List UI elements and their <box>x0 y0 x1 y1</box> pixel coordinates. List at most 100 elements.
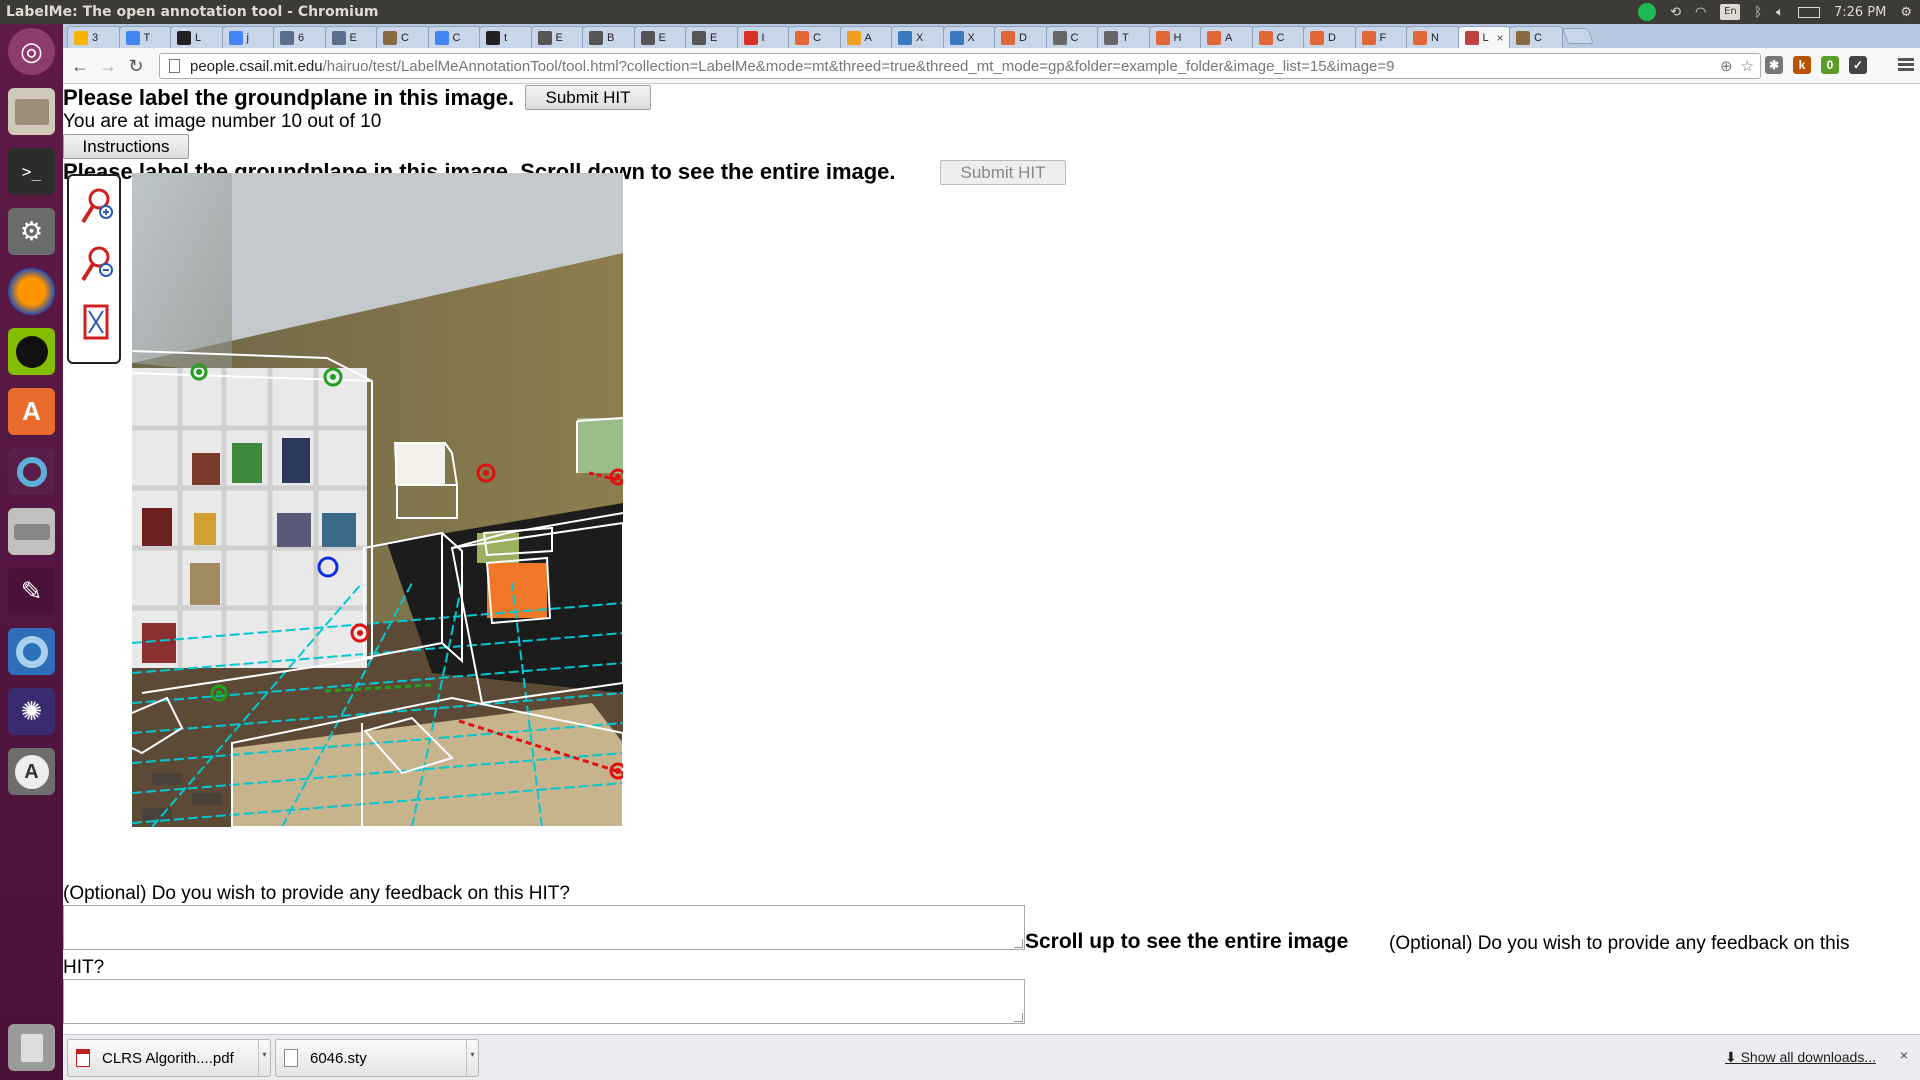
tab-matlab[interactable]: F <box>1354 26 1408 48</box>
text-editor-icon[interactable]: ✎ <box>8 568 55 615</box>
download-filename: CLRS Algorith....pdf <box>102 1049 234 1067</box>
matlab-favicon-icon <box>1207 30 1221 45</box>
bluetooth-icon[interactable]: ᛒ <box>1754 5 1762 20</box>
fit-image-icon[interactable] <box>79 302 113 342</box>
feedback-textarea-secondary[interactable] <box>63 979 1025 1024</box>
tab-w3[interactable]: X <box>942 26 996 48</box>
labelme-favicon-icon <box>1464 30 1479 45</box>
indicator-area: ⟲ ◠ En ᛒ 🔈︎ 7:26 PM ⚙ <box>1638 0 1912 24</box>
instructions-button[interactable]: Instructions <box>63 134 189 159</box>
tab-docs[interactable]: T <box>118 26 172 48</box>
url-host: people.csail.mit.edu <box>190 57 323 75</box>
tab-close-icon[interactable]: × <box>1497 31 1504 45</box>
tab-wikipedia[interactable]: C <box>1045 26 1099 48</box>
extension-k-icon[interactable]: k <box>1793 56 1811 74</box>
shotwell-icon[interactable]: ✺ <box>8 688 55 735</box>
submit-hit-button[interactable]: Submit HIT <box>525 85 651 110</box>
tab-matlab[interactable]: D <box>1303 26 1357 48</box>
tab-labelme[interactable]: L × <box>1457 26 1511 48</box>
zoom-out-icon[interactable] <box>79 244 113 284</box>
close-download-shelf-button[interactable]: × <box>1900 1047 1908 1063</box>
tab-orange[interactable]: A <box>839 26 893 48</box>
extension-puzzle-icon[interactable]: ✱ <box>1765 56 1783 74</box>
page-heading: Please label the groundplane in this ima… <box>63 85 515 110</box>
unity-tweak-icon[interactable] <box>8 448 55 495</box>
clock[interactable]: 7:26 PM <box>1834 5 1886 20</box>
tab-label: I <box>761 31 765 44</box>
tab-wiki[interactable]: E <box>530 26 584 48</box>
disks-icon[interactable] <box>8 508 55 555</box>
sound-muted-icon[interactable]: 🔈︎ <box>1776 5 1784 20</box>
firefox-icon[interactable] <box>8 268 55 315</box>
feedback-textarea[interactable] <box>63 905 1025 950</box>
tab-gmail[interactable]: I <box>736 26 790 48</box>
keyboard-layout-indicator[interactable]: En <box>1720 4 1741 20</box>
sync-indicator-icon[interactable]: ⟲ <box>1670 5 1681 20</box>
tab-matlab[interactable]: C <box>788 26 842 48</box>
tab-misc[interactable]: C <box>376 26 430 48</box>
software-center-icon[interactable]: A <box>8 388 55 435</box>
back-button[interactable]: ← <box>69 56 91 76</box>
tab-matlab[interactable]: D <box>994 26 1048 48</box>
reload-button[interactable]: ↻ <box>125 56 147 76</box>
zoom-in-icon[interactable] <box>79 186 113 226</box>
feedback-prompt: (Optional) Do you wish to provide any fe… <box>63 883 570 904</box>
address-bar[interactable]: people.csail.mit.edu/hairuo/test/LabelMe… <box>159 53 1761 79</box>
show-all-downloads-link[interactable]: ⬇ Show all downloads... <box>1725 1049 1876 1066</box>
spotify-indicator-icon[interactable] <box>1638 3 1657 21</box>
tab-docs[interactable]: j <box>221 26 275 48</box>
tab-wiki[interactable]: B <box>582 26 636 48</box>
tab-bookmark[interactable]: 6 <box>273 26 327 48</box>
tab-wikipedia[interactable]: T <box>1097 26 1151 48</box>
pocket-icon[interactable]: ✓ <box>1849 56 1867 74</box>
github-favicon-icon <box>177 30 191 45</box>
url-path: /hairuo/test/LabelMeAnnotationTool/tool.… <box>322 57 1395 75</box>
bookmark-star-icon[interactable]: ☆ <box>1741 57 1754 75</box>
forward-button[interactable]: → <box>97 56 119 76</box>
matlab-favicon-icon <box>1001 30 1015 45</box>
tab-wiki[interactable]: E <box>633 26 687 48</box>
tab-matlab[interactable]: A <box>1200 26 1254 48</box>
tab-docs[interactable]: C <box>427 26 481 48</box>
tab-bookmark[interactable]: E <box>324 26 378 48</box>
download-item[interactable]: 6046.sty ▾ <box>275 1039 479 1077</box>
tab-w3[interactable]: X <box>891 26 945 48</box>
extension-badge-icon[interactable]: 0 <box>1821 56 1839 74</box>
tab-github[interactable]: L <box>170 26 224 48</box>
tab-strip: 3 T Lj 6 E C Ct E B E E I C A X X D C T H A C D F N L × C <box>63 24 1920 48</box>
annotation-image[interactable] <box>132 173 623 827</box>
tab-label: T <box>143 31 151 44</box>
chromium-icon[interactable] <box>8 628 55 675</box>
new-tab-button[interactable] <box>1561 28 1594 44</box>
matlab-favicon-icon <box>1413 30 1427 45</box>
tab-matlab[interactable]: N <box>1406 26 1460 48</box>
gmail-favicon-icon <box>743 30 758 45</box>
terminal-icon[interactable]: >_ <box>8 148 55 195</box>
green-pillow <box>477 533 519 563</box>
system-gear-icon[interactable]: ⚙ <box>1900 5 1912 20</box>
tab-github[interactable]: t <box>479 26 533 48</box>
chrome-menu-icon[interactable] <box>1898 56 1914 74</box>
tab-matlab[interactable]: H <box>1148 26 1202 48</box>
download-filename: 6046.sty <box>310 1049 367 1067</box>
spotify-icon[interactable] <box>8 328 55 375</box>
ubuntu-dash-icon[interactable]: ◎ <box>8 28 55 75</box>
system-settings-icon[interactable]: ⚙ <box>8 208 55 255</box>
annotation-canvas[interactable] <box>132 173 623 827</box>
pdf-file-icon <box>76 1049 90 1067</box>
trash-icon[interactable] <box>8 1024 55 1071</box>
tab-wiki[interactable]: E <box>685 26 739 48</box>
battery-icon[interactable] <box>1797 6 1820 18</box>
files-icon[interactable] <box>8 88 55 135</box>
download-item[interactable]: CLRS Algorith....pdf ▾ <box>67 1039 271 1077</box>
download-menu-caret[interactable]: ▾ <box>466 1040 478 1076</box>
software-updater-icon[interactable]: A <box>8 748 55 795</box>
download-menu-caret[interactable]: ▾ <box>258 1040 270 1076</box>
zoom-icon[interactable]: ⊕ <box>1720 57 1733 75</box>
tab-matlab[interactable]: C <box>1251 26 1305 48</box>
tab-label: X <box>967 31 975 44</box>
tab-label: F <box>1379 31 1387 44</box>
tab-drive[interactable]: 3 <box>67 26 121 48</box>
tab-misc[interactable]: C <box>1509 26 1563 48</box>
network-icon[interactable]: ◠ <box>1695 5 1706 20</box>
